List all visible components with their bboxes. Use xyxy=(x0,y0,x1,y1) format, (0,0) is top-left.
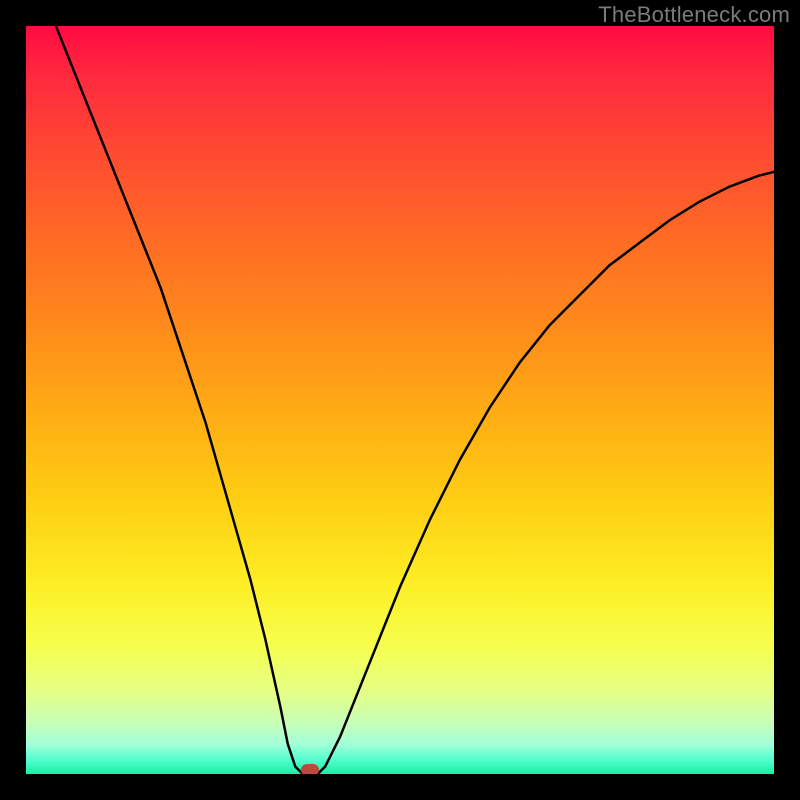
chart-frame: TheBottleneck.com xyxy=(0,0,800,800)
curve-svg xyxy=(26,26,774,774)
optimum-marker xyxy=(301,764,319,774)
bottleneck-curve xyxy=(56,26,774,774)
watermark-label: TheBottleneck.com xyxy=(598,2,790,28)
plot-area xyxy=(26,26,774,774)
